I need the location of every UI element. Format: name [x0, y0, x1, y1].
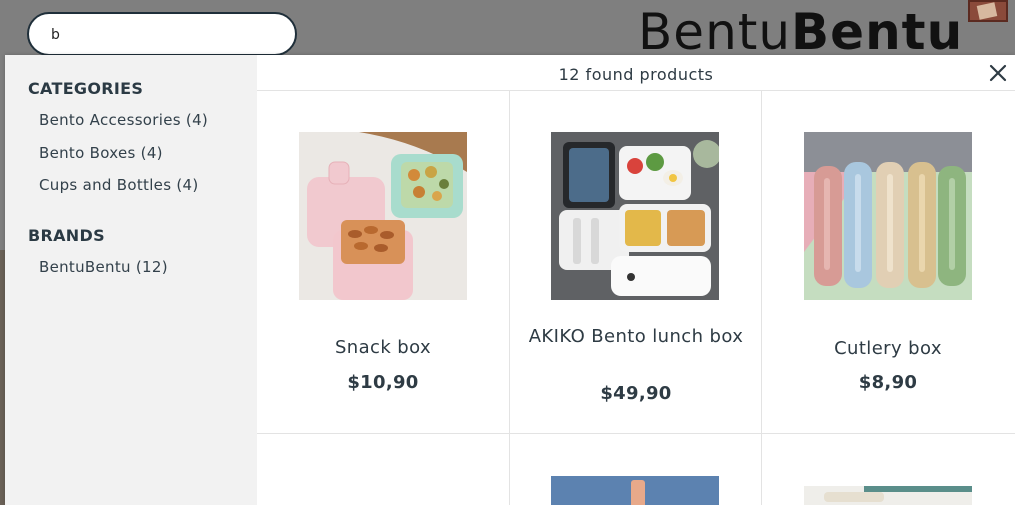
product-name[interactable]: Cutlery box — [772, 337, 1004, 360]
product-card-snack-box[interactable]: Snack box $10,90 — [257, 91, 510, 434]
close-icon — [989, 64, 1007, 82]
logo-badge-image — [968, 0, 1008, 22]
facet-category-bento-accessories[interactable]: Bento Accessories (4) — [39, 111, 208, 129]
product-price: $10,90 — [347, 372, 419, 393]
product-name[interactable]: Snack box — [267, 336, 499, 359]
facet-category-cups-and-bottles[interactable]: Cups and Bottles (4) — [39, 176, 199, 194]
product-card-cutlery-box[interactable]: Cutlery box $8,90 — [762, 91, 1015, 434]
product-image-akiko-bento-lunch-box[interactable] — [551, 132, 719, 300]
product-card-row2-3[interactable] — [762, 434, 1015, 505]
search-input[interactable] — [49, 22, 288, 48]
product-card-row2-1[interactable] — [257, 434, 510, 505]
product-name[interactable]: AKIKO Bento lunch box — [520, 325, 752, 348]
brand-logo[interactable]: BentuBentu — [638, 4, 963, 60]
product-image-row2-3[interactable] — [804, 486, 972, 505]
product-card-akiko-bento-lunch-box[interactable]: AKIKO Bento lunch box $49,90 — [510, 91, 762, 434]
categories-heading: CATEGORIES — [28, 79, 144, 98]
brands-heading: BRANDS — [28, 226, 105, 245]
product-image-row2-2[interactable] — [551, 476, 719, 505]
product-grid: Snack box $10,90 AKIKO Bento lunch box $… — [257, 91, 1015, 505]
results-header: 12 found products — [257, 55, 1015, 91]
product-price: $8,90 — [858, 372, 918, 393]
facet-category-bento-boxes[interactable]: Bento Boxes (4) — [39, 144, 163, 162]
logo-text-bold: Bentu — [791, 3, 964, 61]
product-image-cutlery-box[interactable] — [804, 132, 972, 300]
search-results-panel: CATEGORIES Bento Accessories (4) Bento B… — [5, 55, 1015, 505]
logo-text-light: Bentu — [638, 3, 792, 61]
facet-brand-bentubentu[interactable]: BentuBentu (12) — [39, 258, 168, 276]
results-count: 12 found products — [558, 65, 714, 84]
close-button[interactable] — [985, 60, 1011, 86]
facet-sidebar: CATEGORIES Bento Accessories (4) Bento B… — [5, 55, 257, 505]
product-price: $49,90 — [600, 383, 672, 404]
search-box[interactable] — [27, 12, 297, 56]
product-card-row2-2[interactable] — [510, 434, 762, 505]
product-image-snack-box[interactable] — [299, 132, 467, 300]
